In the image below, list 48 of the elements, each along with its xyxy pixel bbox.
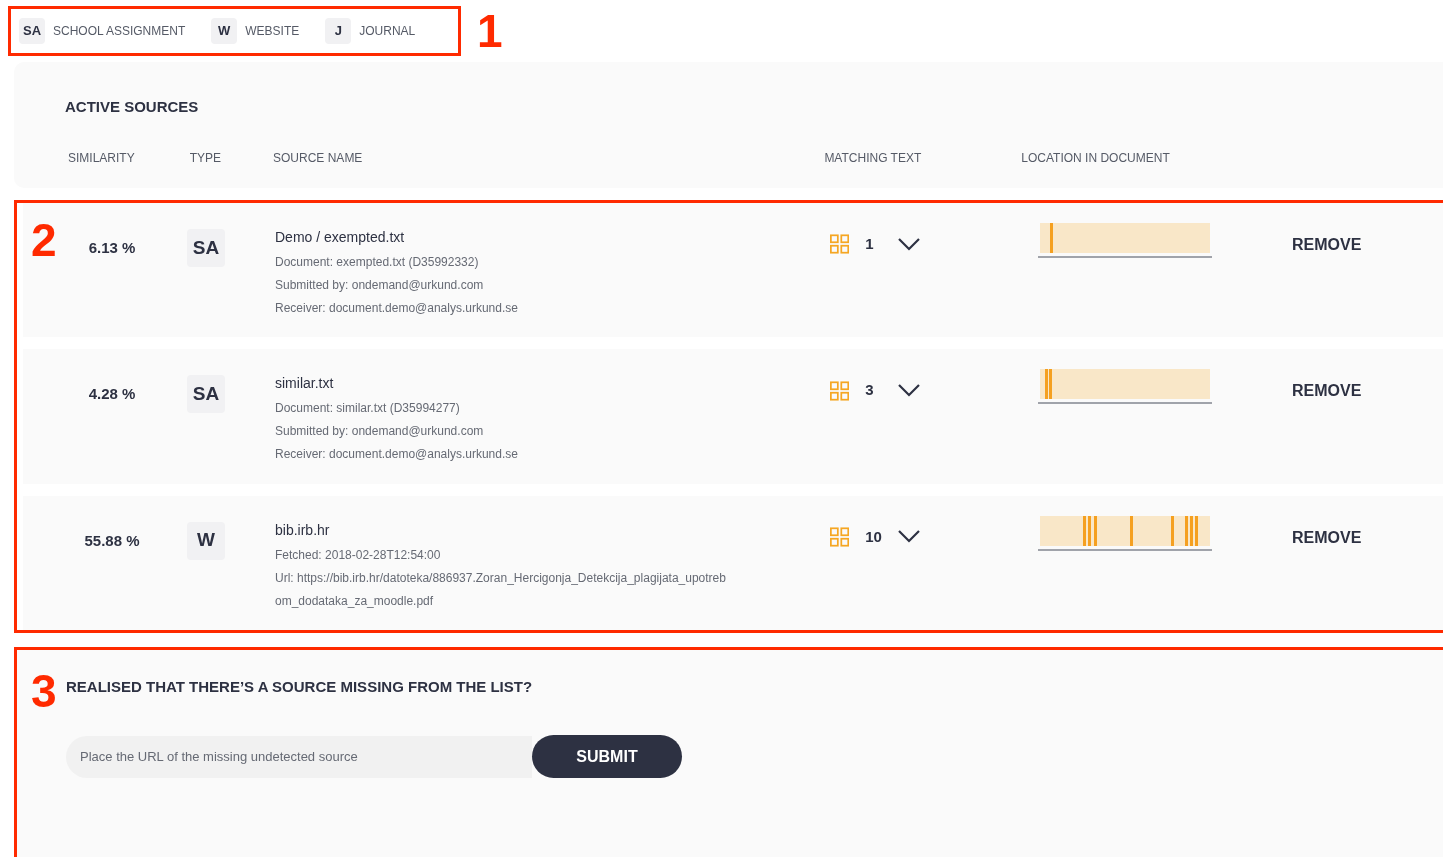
column-header: SOURCE NAME — [273, 150, 363, 167]
column-header: TYPE — [189, 150, 222, 167]
column-header: MATCHING TEXT — [824, 150, 922, 167]
similarity-value: 4.28 % — [87, 384, 137, 405]
match-count: 10 — [865, 526, 883, 547]
similarity-value: 6.13 % — [87, 238, 137, 258]
source-name: bib.irb.hr — [275, 520, 331, 540]
source-name: Demo / exempted.txt — [275, 228, 406, 247]
column-header: SIMILARITY — [68, 150, 135, 167]
grid-icon — [830, 525, 850, 548]
source-detail: Receiver: document.demo@analys.urkund.se — [275, 300, 519, 317]
missing-source-title: REALISED THAT THERE’S A SOURCE MISSING FROM THE LIST? — [66, 677, 533, 697]
source-detail: Submitted by: ondemand@urkund.com — [275, 423, 485, 441]
legend-label: JOURNAL — [359, 23, 416, 40]
type-badge: SA — [19, 18, 45, 44]
source-detail: Document: similar.txt (D35994277) — [275, 400, 461, 418]
type-badge: J — [325, 18, 352, 44]
type-badge: W — [211, 18, 238, 44]
source-detail: Fetched: 2018-02-28T12:54:00 — [275, 546, 442, 564]
chevron-down-icon[interactable] — [898, 237, 920, 251]
source-detail: Submitted by: ondemand@urkund.com — [275, 277, 485, 294]
url-input-field[interactable]: Place the URL of the missing undetected source — [66, 735, 532, 778]
type-badge: SA — [187, 375, 225, 414]
source-detail: om_dodataka_za_moodle.pdf — [275, 592, 435, 610]
source-detail: Receiver: document.demo@analys.urkund.se — [275, 446, 519, 464]
annotation-number: 2 — [31, 217, 57, 263]
type-badge: SA — [187, 229, 225, 267]
source-name: similar.txt — [275, 374, 335, 394]
match-count: 1 — [865, 234, 875, 254]
annotation-number: 3 — [31, 668, 57, 714]
legend-label: SCHOOL ASSIGNMENT — [53, 23, 186, 40]
column-header: LOCATION IN DOCUMENT — [1021, 150, 1170, 167]
annotation-number: 1 — [477, 8, 503, 54]
grid-icon — [830, 233, 850, 256]
legend-label: WEBSITE — [245, 23, 300, 40]
submit-button[interactable]: SUBMIT — [532, 735, 682, 778]
grid-icon — [830, 379, 850, 402]
chevron-down-icon[interactable] — [898, 384, 920, 398]
remove-button[interactable]: REMOVE — [1292, 233, 1362, 257]
chevron-down-icon[interactable] — [898, 530, 920, 544]
similarity-value: 55.88 % — [83, 530, 141, 551]
section-title: ACTIVE SOURCES — [65, 97, 199, 117]
match-count: 3 — [865, 380, 875, 401]
type-badge: W — [187, 521, 225, 560]
remove-button[interactable]: REMOVE — [1292, 525, 1362, 550]
source-detail: Url: https://bib.irb.hr/datoteka/886937.Zoran_Hercigonja_Detekcija_plagijata_upotreb — [275, 569, 727, 587]
source-detail: Document: exempted.txt (D35992332) — [275, 254, 480, 271]
remove-button[interactable]: REMOVE — [1292, 379, 1362, 404]
